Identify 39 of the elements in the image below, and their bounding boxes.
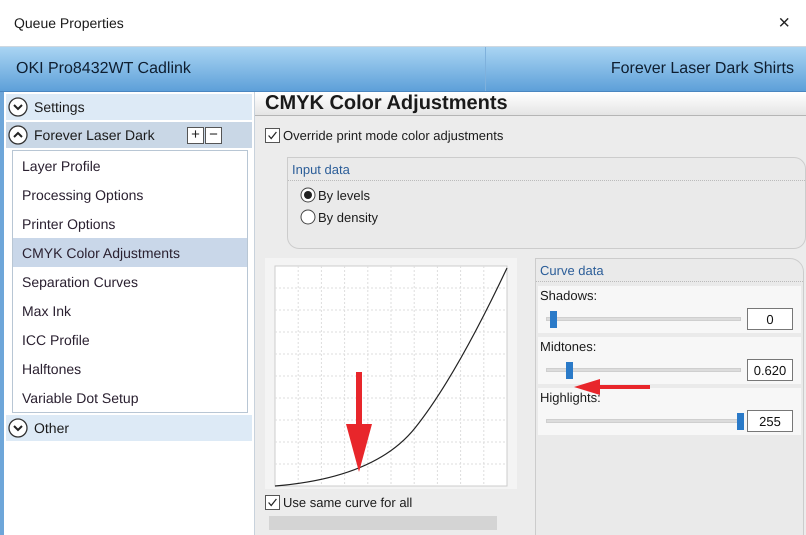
slider-track[interactable] [546,310,741,328]
section-label: Other [34,420,70,436]
section-label: Forever Laser Dark [34,127,156,143]
chevron-down-icon[interactable] [8,97,28,117]
add-button[interactable]: + [187,126,204,144]
slider-thumb[interactable] [550,310,557,328]
value-field[interactable]: 0 [747,308,793,330]
group-title: Curve data [536,259,803,282]
checkbox[interactable] [265,495,280,510]
slider-track[interactable] [546,412,741,430]
print-mode-name: Forever Laser Dark Shirts [610,60,794,78]
section-header[interactable]: Forever Laser Dark + − [6,122,252,148]
checkbox[interactable] [265,128,280,143]
radio-label: By levels [318,188,370,202]
sidebar-item[interactable]: CMYK Color Adjustments [13,238,247,267]
section-label: Settings [34,99,86,115]
checkbox-label: Override print mode color adjustments [283,128,504,143]
window-title: Queue Properties [14,15,124,31]
slider-thumb[interactable] [566,362,572,378]
remove-button[interactable]: − [205,126,222,144]
slider-label: Midtones: [538,337,801,356]
radio-button[interactable] [300,187,316,203]
chevron-down-icon[interactable] [8,418,28,438]
page-title: CMYK Color Adjustments [265,92,508,115]
radio-button[interactable] [300,209,316,225]
chevron-up-icon[interactable] [8,125,28,145]
radio-label: By density [318,210,378,224]
checkbox-label: Use same curve for all [283,495,412,510]
printer-name: OKI Pro8432WT Cadlink [16,60,191,78]
close-button[interactable]: × [774,12,794,34]
group-title: Input data [288,158,805,181]
slider-label: Highlights: [538,388,801,407]
slider-track[interactable] [546,362,741,378]
slider-label: Shadows: [538,286,801,305]
value-field[interactable]: 0.620 [747,359,793,381]
slider-thumb[interactable] [737,412,744,430]
value-field[interactable]: 255 [747,410,793,432]
section-header[interactable]: Settings [6,94,252,120]
section-header[interactable]: Other [6,415,252,441]
